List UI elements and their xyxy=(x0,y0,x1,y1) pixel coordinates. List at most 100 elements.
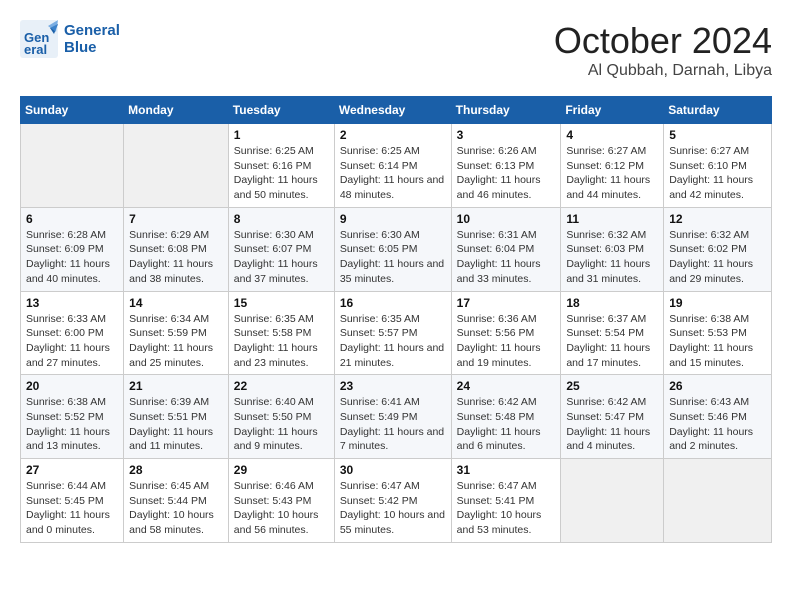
calendar-cell: 18 Sunrise: 6:37 AM Sunset: 5:54 PM Dayli… xyxy=(561,291,664,375)
month-title: October 2024 xyxy=(554,20,772,62)
calendar-cell: 19 Sunrise: 6:38 AM Sunset: 5:53 PM Dayli… xyxy=(664,291,772,375)
day-number: 12 xyxy=(669,212,766,226)
day-info: Sunrise: 6:36 AM Sunset: 5:56 PM Dayligh… xyxy=(457,312,556,371)
location: Al Qubbah, Darnah, Libya xyxy=(554,62,772,80)
day-info: Sunrise: 6:46 AM Sunset: 5:43 PM Dayligh… xyxy=(234,479,329,538)
day-number: 5 xyxy=(669,128,766,142)
calendar-cell: 1 Sunrise: 6:25 AM Sunset: 6:16 PM Daylig… xyxy=(228,124,334,208)
day-number: 18 xyxy=(566,296,658,310)
header-friday: Friday xyxy=(561,97,664,124)
day-number: 7 xyxy=(129,212,223,226)
day-info: Sunrise: 6:27 AM Sunset: 6:12 PM Dayligh… xyxy=(566,144,658,203)
day-info: Sunrise: 6:42 AM Sunset: 5:48 PM Dayligh… xyxy=(457,395,556,454)
day-info: Sunrise: 6:30 AM Sunset: 6:05 PM Dayligh… xyxy=(340,228,446,287)
logo: Gen eral General Blue xyxy=(20,20,120,58)
day-number: 30 xyxy=(340,463,446,477)
calendar-cell: 13 Sunrise: 6:33 AM Sunset: 6:00 PM Dayli… xyxy=(21,291,124,375)
day-info: Sunrise: 6:33 AM Sunset: 6:00 PM Dayligh… xyxy=(26,312,118,371)
calendar-cell: 5 Sunrise: 6:27 AM Sunset: 6:10 PM Daylig… xyxy=(664,124,772,208)
page-header: Gen eral General Blue October 2024 Al Qu… xyxy=(20,20,772,80)
logo-icon: Gen eral xyxy=(20,20,58,58)
day-info: Sunrise: 6:32 AM Sunset: 6:02 PM Dayligh… xyxy=(669,228,766,287)
calendar-table: Sunday Monday Tuesday Wednesday Thursday… xyxy=(20,96,772,543)
day-info: Sunrise: 6:44 AM Sunset: 5:45 PM Dayligh… xyxy=(26,479,118,538)
day-number: 14 xyxy=(129,296,223,310)
calendar-cell: 20 Sunrise: 6:38 AM Sunset: 5:52 PM Dayli… xyxy=(21,375,124,459)
title-section: October 2024 Al Qubbah, Darnah, Libya xyxy=(554,20,772,80)
day-number: 19 xyxy=(669,296,766,310)
day-info: Sunrise: 6:39 AM Sunset: 5:51 PM Dayligh… xyxy=(129,395,223,454)
calendar-cell xyxy=(561,459,664,543)
day-info: Sunrise: 6:45 AM Sunset: 5:44 PM Dayligh… xyxy=(129,479,223,538)
day-number: 11 xyxy=(566,212,658,226)
calendar-cell: 4 Sunrise: 6:27 AM Sunset: 6:12 PM Daylig… xyxy=(561,124,664,208)
calendar-cell: 3Sunrise: 6:26 AM Sunset: 6:13 PM Daylig… xyxy=(451,124,561,208)
day-info: Sunrise: 6:41 AM Sunset: 5:49 PM Dayligh… xyxy=(340,395,446,454)
day-number: 8 xyxy=(234,212,329,226)
day-number: 22 xyxy=(234,379,329,393)
calendar-cell: 9 Sunrise: 6:30 AM Sunset: 6:05 PM Daylig… xyxy=(334,207,451,291)
calendar-cell: 16 Sunrise: 6:35 AM Sunset: 5:57 PM Dayli… xyxy=(334,291,451,375)
calendar-cell: 12 Sunrise: 6:32 AM Sunset: 6:02 PM Dayli… xyxy=(664,207,772,291)
day-number: 4 xyxy=(566,128,658,142)
header-tuesday: Tuesday xyxy=(228,97,334,124)
calendar-header: Sunday Monday Tuesday Wednesday Thursday… xyxy=(21,97,772,124)
day-number: 23 xyxy=(340,379,446,393)
calendar-week-2: 6Sunrise: 6:28 AM Sunset: 6:09 PM Daylig… xyxy=(21,207,772,291)
calendar-cell: 25 Sunrise: 6:42 AM Sunset: 5:47 PM Dayli… xyxy=(561,375,664,459)
day-info: Sunrise: 6:38 AM Sunset: 5:53 PM Dayligh… xyxy=(669,312,766,371)
calendar-cell xyxy=(21,124,124,208)
svg-text:eral: eral xyxy=(24,42,47,57)
day-info: Sunrise: 6:31 AM Sunset: 6:04 PM Dayligh… xyxy=(457,228,556,287)
calendar-cell: 15 Sunrise: 6:35 AM Sunset: 5:58 PM Dayli… xyxy=(228,291,334,375)
day-number: 1 xyxy=(234,128,329,142)
day-number: 21 xyxy=(129,379,223,393)
calendar-body: 1 Sunrise: 6:25 AM Sunset: 6:16 PM Daylig… xyxy=(21,124,772,543)
day-number: 24 xyxy=(457,379,556,393)
day-number: 2 xyxy=(340,128,446,142)
calendar-cell: 6Sunrise: 6:28 AM Sunset: 6:09 PM Daylig… xyxy=(21,207,124,291)
calendar-cell: 28 Sunrise: 6:45 AM Sunset: 5:44 PM Dayli… xyxy=(124,459,229,543)
day-number: 31 xyxy=(457,463,556,477)
calendar-cell: 10Sunrise: 6:31 AM Sunset: 6:04 PM Dayli… xyxy=(451,207,561,291)
header-monday: Monday xyxy=(124,97,229,124)
calendar-week-1: 1 Sunrise: 6:25 AM Sunset: 6:16 PM Daylig… xyxy=(21,124,772,208)
day-info: Sunrise: 6:47 AM Sunset: 5:41 PM Dayligh… xyxy=(457,479,556,538)
header-saturday: Saturday xyxy=(664,97,772,124)
day-number: 15 xyxy=(234,296,329,310)
calendar-cell: 14Sunrise: 6:34 AM Sunset: 5:59 PM Dayli… xyxy=(124,291,229,375)
day-number: 9 xyxy=(340,212,446,226)
day-number: 29 xyxy=(234,463,329,477)
calendar-cell xyxy=(664,459,772,543)
calendar-cell: 24 Sunrise: 6:42 AM Sunset: 5:48 PM Dayli… xyxy=(451,375,561,459)
header-wednesday: Wednesday xyxy=(334,97,451,124)
day-number: 20 xyxy=(26,379,118,393)
calendar-week-3: 13 Sunrise: 6:33 AM Sunset: 6:00 PM Dayli… xyxy=(21,291,772,375)
calendar-cell: 31 Sunrise: 6:47 AM Sunset: 5:41 PM Dayli… xyxy=(451,459,561,543)
day-info: Sunrise: 6:35 AM Sunset: 5:58 PM Dayligh… xyxy=(234,312,329,371)
day-number: 16 xyxy=(340,296,446,310)
day-info: Sunrise: 6:37 AM Sunset: 5:54 PM Dayligh… xyxy=(566,312,658,371)
day-info: Sunrise: 6:42 AM Sunset: 5:47 PM Dayligh… xyxy=(566,395,658,454)
day-info: Sunrise: 6:27 AM Sunset: 6:10 PM Dayligh… xyxy=(669,144,766,203)
calendar-cell: 22 Sunrise: 6:40 AM Sunset: 5:50 PM Dayli… xyxy=(228,375,334,459)
calendar-cell: 27Sunrise: 6:44 AM Sunset: 5:45 PM Dayli… xyxy=(21,459,124,543)
day-info: Sunrise: 6:35 AM Sunset: 5:57 PM Dayligh… xyxy=(340,312,446,371)
day-number: 17 xyxy=(457,296,556,310)
day-info: Sunrise: 6:25 AM Sunset: 6:16 PM Dayligh… xyxy=(234,144,329,203)
day-number: 26 xyxy=(669,379,766,393)
day-info: Sunrise: 6:30 AM Sunset: 6:07 PM Dayligh… xyxy=(234,228,329,287)
day-info: Sunrise: 6:26 AM Sunset: 6:13 PM Dayligh… xyxy=(457,144,556,203)
calendar-cell: 29 Sunrise: 6:46 AM Sunset: 5:43 PM Dayli… xyxy=(228,459,334,543)
day-info: Sunrise: 6:38 AM Sunset: 5:52 PM Dayligh… xyxy=(26,395,118,454)
calendar-cell: 7Sunrise: 6:29 AM Sunset: 6:08 PM Daylig… xyxy=(124,207,229,291)
day-info: Sunrise: 6:32 AM Sunset: 6:03 PM Dayligh… xyxy=(566,228,658,287)
calendar-week-4: 20 Sunrise: 6:38 AM Sunset: 5:52 PM Dayli… xyxy=(21,375,772,459)
day-info: Sunrise: 6:28 AM Sunset: 6:09 PM Dayligh… xyxy=(26,228,118,287)
day-number: 13 xyxy=(26,296,118,310)
day-info: Sunrise: 6:43 AM Sunset: 5:46 PM Dayligh… xyxy=(669,395,766,454)
header-thursday: Thursday xyxy=(451,97,561,124)
day-number: 28 xyxy=(129,463,223,477)
day-info: Sunrise: 6:40 AM Sunset: 5:50 PM Dayligh… xyxy=(234,395,329,454)
day-number: 25 xyxy=(566,379,658,393)
